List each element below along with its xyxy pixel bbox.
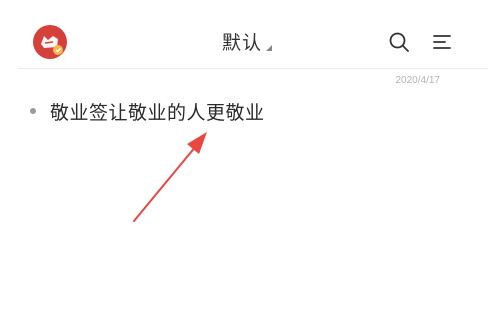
search-button[interactable] <box>387 30 411 54</box>
menu-icon <box>433 35 451 49</box>
header-divider <box>18 68 488 69</box>
note-text: 敬业签让敬业的人更敬业 <box>50 101 265 124</box>
menu-button[interactable] <box>430 30 454 54</box>
note-date: 2020/4/17 <box>395 75 441 86</box>
bullet-icon <box>30 108 36 114</box>
avatar[interactable] <box>31 23 69 61</box>
list-item[interactable]: 敬业签让敬业的人更敬业 <box>30 97 265 125</box>
search-icon <box>389 32 409 52</box>
page-title: 默认 <box>222 32 263 54</box>
dropdown-caret-icon <box>266 45 273 51</box>
category-selector[interactable]: 默认 <box>222 28 273 54</box>
top-bar: 默认 <box>0 0 492 68</box>
red-cat-badge-icon <box>33 25 67 59</box>
